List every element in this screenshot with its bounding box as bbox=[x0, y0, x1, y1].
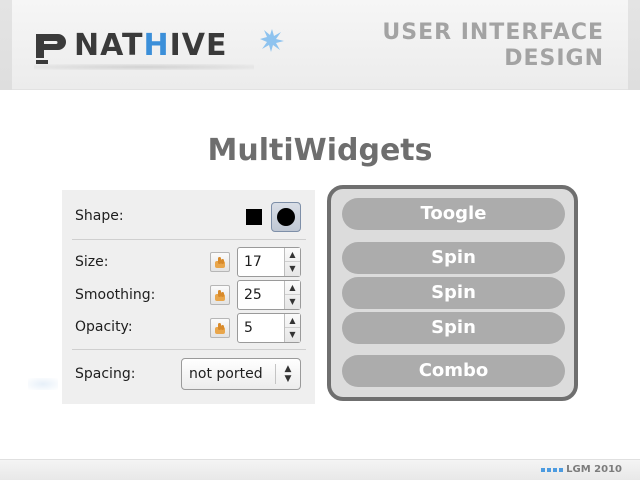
page-title: MultiWidgets bbox=[207, 133, 433, 168]
paint-splash-icon bbox=[260, 29, 284, 52]
separator bbox=[72, 349, 306, 350]
smoothing-spin-arrows: ▲ ▼ bbox=[284, 281, 300, 309]
chain-link-icon bbox=[215, 323, 225, 334]
shape-circle-button[interactable] bbox=[271, 202, 301, 232]
opacity-link-button[interactable] bbox=[210, 318, 230, 338]
footer-text: LGM 2010 bbox=[566, 464, 622, 475]
size-value[interactable]: 17 bbox=[244, 254, 262, 270]
brand-wordmark: NATHIVE bbox=[74, 26, 227, 66]
spin-widget-button[interactable]: Spin bbox=[342, 277, 565, 309]
header-edge-right bbox=[628, 0, 640, 90]
size-link-button[interactable] bbox=[210, 252, 230, 272]
brand-suffix: IVE bbox=[169, 28, 228, 63]
footer-bar: LGM 2010 bbox=[0, 459, 640, 480]
nathive-logo-icon bbox=[30, 26, 70, 66]
opacity-label: Opacity: bbox=[75, 319, 133, 335]
size-spin-arrows: ▲ ▼ bbox=[284, 248, 300, 276]
opacity-spin-arrows: ▲ ▼ bbox=[284, 314, 300, 342]
chain-link-icon bbox=[215, 257, 225, 268]
shape-square-button[interactable] bbox=[239, 202, 269, 232]
spacing-value: not ported bbox=[189, 366, 263, 382]
brand-prefix: NAT bbox=[74, 28, 144, 63]
header-edge-left bbox=[0, 0, 12, 90]
background-blob bbox=[28, 378, 58, 390]
brand-highlight: H bbox=[143, 28, 170, 63]
spin-up-arrow-icon[interactable]: ▲ bbox=[285, 248, 300, 262]
spacing-label: Spacing: bbox=[75, 366, 136, 382]
chain-link-icon bbox=[215, 290, 225, 301]
combo-widget-button[interactable]: Combo bbox=[342, 355, 565, 387]
smoothing-spinbox[interactable]: 25 ▲ ▼ bbox=[237, 280, 301, 310]
logo-shadow bbox=[34, 64, 254, 70]
circle-shape-icon bbox=[277, 208, 295, 226]
shape-label: Shape: bbox=[75, 208, 124, 224]
spin-up-arrow-icon[interactable]: ▲ bbox=[285, 281, 300, 295]
header-title-line1: USER INTERFACE bbox=[382, 20, 604, 45]
spin-down-arrow-icon[interactable]: ▼ bbox=[285, 328, 300, 342]
spin-widget-button[interactable]: Spin bbox=[342, 242, 565, 274]
spin-widget-button[interactable]: Spin bbox=[342, 312, 565, 344]
toggle-widget-button[interactable]: Toogle bbox=[342, 198, 565, 230]
header-banner: NATHIVE USER INTERFACE DESIGN bbox=[0, 0, 640, 90]
header-title-line2: DESIGN bbox=[504, 46, 604, 71]
spacing-combobox[interactable]: not ported ▲ ▼ bbox=[181, 358, 301, 390]
nathive-logo: NATHIVE bbox=[30, 26, 284, 66]
smoothing-label: Smoothing: bbox=[75, 287, 156, 303]
tool-options-panel: Shape: Size: 17 ▲ ▼ Smoothing: 25 ▲ ▼ Op… bbox=[62, 190, 315, 404]
combo-divider bbox=[275, 364, 276, 384]
square-shape-icon bbox=[246, 209, 262, 225]
spin-up-arrow-icon[interactable]: ▲ bbox=[285, 314, 300, 328]
spin-down-arrow-icon[interactable]: ▼ bbox=[285, 295, 300, 309]
opacity-spinbox[interactable]: 5 ▲ ▼ bbox=[237, 313, 301, 343]
smoothing-link-button[interactable] bbox=[210, 285, 230, 305]
size-label: Size: bbox=[75, 254, 109, 270]
combo-arrows-icon: ▲ ▼ bbox=[284, 364, 292, 384]
opacity-value[interactable]: 5 bbox=[244, 320, 253, 336]
footer-dots-icon bbox=[541, 468, 563, 472]
spin-down-arrow-icon[interactable]: ▼ bbox=[285, 262, 300, 276]
separator bbox=[72, 239, 306, 240]
smoothing-value[interactable]: 25 bbox=[244, 287, 262, 303]
size-spinbox[interactable]: 17 ▲ ▼ bbox=[237, 247, 301, 277]
widget-list-panel: Toogle Spin Spin Spin Combo bbox=[327, 185, 578, 401]
